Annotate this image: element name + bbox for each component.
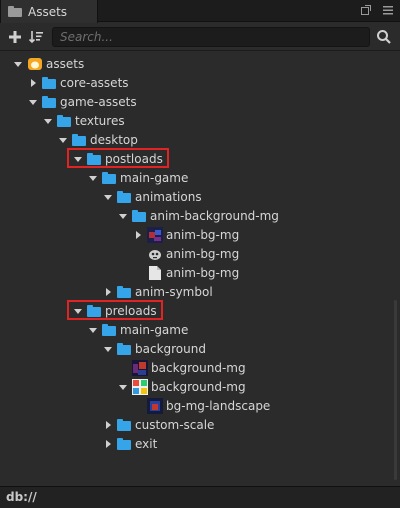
expand-arrow-icon[interactable] (118, 382, 128, 392)
toolbar (0, 23, 400, 51)
tree-row[interactable]: anim-bg-mg (133, 225, 239, 244)
tab-assets[interactable]: Assets (0, 0, 98, 23)
tree-row-label: game-assets (60, 94, 137, 109)
tree-row-label: background (135, 341, 206, 356)
folder-icon (102, 323, 116, 336)
folder-icon (42, 76, 56, 89)
highlight-box (67, 300, 163, 320)
folder-icon (42, 95, 56, 108)
popout-icon[interactable] (360, 4, 372, 19)
tree-row-label: anim-bg-mg (166, 227, 240, 242)
tree-row-label: animations (135, 189, 202, 204)
tree-row-label: anim-background-mg (150, 208, 279, 223)
tree-row[interactable]: main-game (88, 320, 188, 339)
tree-row[interactable]: animations (103, 187, 202, 206)
folder-icon (117, 342, 131, 355)
expand-arrow-icon[interactable] (118, 211, 128, 221)
tree-row[interactable]: background-mg (118, 377, 246, 396)
folder-icon (117, 418, 131, 431)
folder-icon (117, 437, 131, 450)
tree-row[interactable]: exit (103, 434, 157, 453)
search-input[interactable] (52, 27, 370, 47)
tree-row-label: anim-symbol (135, 284, 213, 299)
skeleton-icon (147, 246, 163, 262)
tree-row[interactable]: background-mg (118, 358, 246, 377)
file-icon (147, 265, 163, 281)
db-icon (27, 56, 43, 72)
expand-arrow-icon[interactable] (103, 192, 113, 202)
tree-row[interactable]: anim-bg-mg (133, 244, 239, 263)
asset-tree: assets core-assets game-assets textures desk… (0, 52, 400, 484)
menu-icon[interactable] (382, 4, 394, 19)
tree-row-label: core-assets (60, 75, 129, 90)
tree-row[interactable]: anim-bg-mg (133, 263, 239, 282)
collapse-arrow-icon[interactable] (103, 420, 113, 430)
tree-row[interactable]: main-game (88, 168, 188, 187)
tree-row-label: bg-mg-landscape (166, 398, 271, 413)
tab-label: Assets (28, 4, 68, 19)
tree-row[interactable]: game-assets (28, 92, 137, 111)
folder-icon (72, 133, 86, 146)
tree-row-label: exit (135, 436, 158, 451)
tree-row-label: background-mg (151, 379, 246, 394)
tree-row-label: desktop (90, 132, 138, 147)
folder-icon (8, 6, 22, 17)
tree-row-label: custom-scale (135, 417, 215, 432)
tree-row[interactable]: desktop (58, 130, 138, 149)
spriteframe-icon (147, 397, 163, 414)
tree-row-label: main-game (120, 170, 189, 185)
tree-row[interactable]: bg-mg-landscape (133, 396, 270, 415)
scrollbar[interactable] (394, 300, 397, 480)
collapse-arrow-icon[interactable] (103, 439, 113, 449)
status-path: db:// (0, 486, 400, 508)
tree-row[interactable]: assets (13, 54, 84, 73)
collapse-arrow-icon[interactable] (28, 78, 38, 88)
tree-row-label: main-game (120, 322, 189, 337)
expand-arrow-icon[interactable] (103, 344, 113, 354)
tree-row[interactable]: core-assets (28, 73, 129, 92)
tree-row[interactable]: anim-symbol (103, 282, 213, 301)
add-asset-button[interactable] (6, 28, 24, 46)
tree-row-label: background-mg (151, 360, 246, 375)
atlas-icon (132, 378, 148, 395)
spritesheet-icon (147, 226, 163, 243)
folder-icon (132, 209, 146, 222)
sort-button[interactable] (27, 28, 45, 46)
expand-arrow-icon[interactable] (58, 135, 68, 145)
tree-row-label: textures (75, 113, 125, 128)
expand-arrow-icon[interactable] (88, 173, 98, 183)
tree-row[interactable]: custom-scale (103, 415, 214, 434)
expand-arrow-icon[interactable] (28, 97, 38, 107)
collapse-arrow-icon[interactable] (103, 287, 113, 297)
texture-icon (132, 359, 148, 376)
tree-row-label: anim-bg-mg (166, 265, 240, 280)
collapse-arrow-icon[interactable] (133, 230, 143, 240)
window-controls (360, 4, 394, 19)
expand-arrow-icon[interactable] (88, 325, 98, 335)
panel-titlebar: Assets (0, 0, 400, 23)
tree-row[interactable]: anim-background-mg (118, 206, 279, 225)
folder-icon (57, 114, 71, 127)
search-icon[interactable] (376, 29, 392, 45)
highlight-box (67, 148, 169, 168)
tree-row-label: assets (46, 56, 85, 71)
expand-arrow-icon[interactable] (13, 59, 23, 69)
tree-row[interactable]: background (103, 339, 206, 358)
folder-icon (117, 285, 131, 298)
folder-icon (117, 190, 131, 203)
folder-icon (102, 171, 116, 184)
tree-row-label: anim-bg-mg (166, 246, 240, 261)
expand-arrow-icon[interactable] (43, 116, 53, 126)
tree-row[interactable]: textures (43, 111, 125, 130)
